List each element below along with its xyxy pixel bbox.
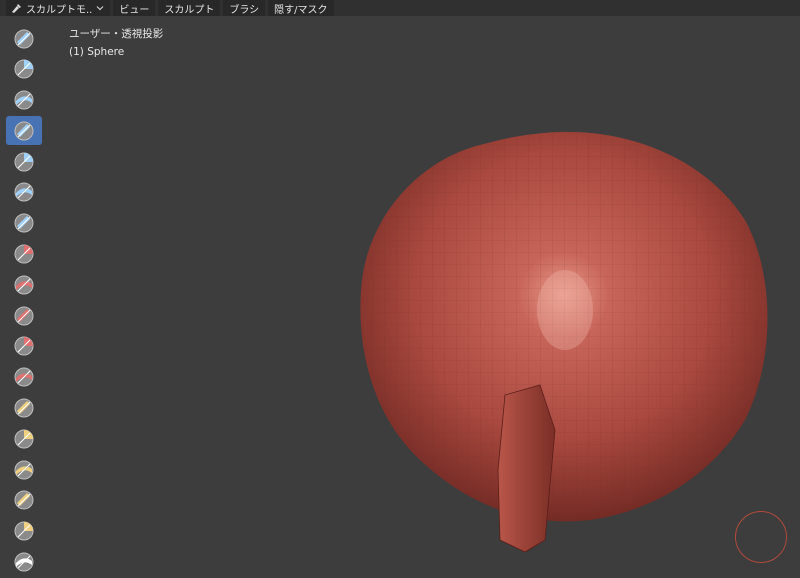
object-label: (1) Sphere xyxy=(69,46,125,58)
pinch-brush-icon xyxy=(14,460,34,480)
tool-flatten-brush[interactable] xyxy=(6,332,42,361)
fill-brush-icon xyxy=(14,367,34,387)
tool-draw-sharp-brush[interactable] xyxy=(6,55,42,84)
clay-brush-icon xyxy=(14,90,34,110)
inflate-brush-icon xyxy=(14,213,34,233)
tool-pinch-brush[interactable] xyxy=(6,455,42,484)
tool-smooth-brush[interactable] xyxy=(6,301,42,330)
viewport-info: ユーザー・透視投影 (1) Sphere xyxy=(69,25,163,61)
snake-hook-brush-icon xyxy=(14,552,34,572)
tool-scrape-brush[interactable] xyxy=(6,394,42,423)
tool-inflate-brush[interactable] xyxy=(6,209,42,238)
scrape-brush-icon xyxy=(14,398,34,418)
tool-layer-brush[interactable] xyxy=(6,178,42,207)
highlight xyxy=(537,270,593,350)
draw-sharp-brush-icon xyxy=(14,59,34,79)
layer-brush-icon xyxy=(14,182,34,202)
view-label: ユーザー・透視投影 xyxy=(69,28,164,40)
tool-elastic-deform-brush[interactable] xyxy=(6,517,42,546)
elastic-deform-brush-icon xyxy=(14,521,34,541)
sphere-mesh[interactable] xyxy=(0,0,800,571)
multiplane-scrape-brush-icon xyxy=(14,429,34,449)
flatten-brush-icon xyxy=(14,336,34,356)
tool-draw-brush[interactable] xyxy=(6,24,42,53)
tool-blob-brush[interactable] xyxy=(6,240,42,269)
tool-multiplane-scrape-brush[interactable] xyxy=(6,424,42,453)
tool-clay-strips-brush[interactable] xyxy=(6,116,42,146)
smooth-brush-icon xyxy=(14,306,34,326)
tool-clay-thumb-brush[interactable] xyxy=(6,147,42,176)
tool-clay-brush[interactable] xyxy=(6,86,42,115)
blob-brush-icon xyxy=(14,244,34,264)
tool-grab-brush[interactable] xyxy=(6,486,42,515)
clay-strips-brush-icon xyxy=(14,121,34,141)
brush-cursor-ring xyxy=(735,511,787,563)
tool-crease-brush[interactable] xyxy=(6,270,42,299)
crease-brush-icon xyxy=(14,275,34,295)
tool-snake-hook-brush[interactable] xyxy=(6,548,42,577)
grab-brush-icon xyxy=(14,490,34,510)
tool-fill-brush[interactable] xyxy=(6,363,42,392)
tool-shelf xyxy=(6,24,44,578)
draw-brush-icon xyxy=(14,29,34,48)
clay-thumb-brush-icon xyxy=(14,152,34,172)
